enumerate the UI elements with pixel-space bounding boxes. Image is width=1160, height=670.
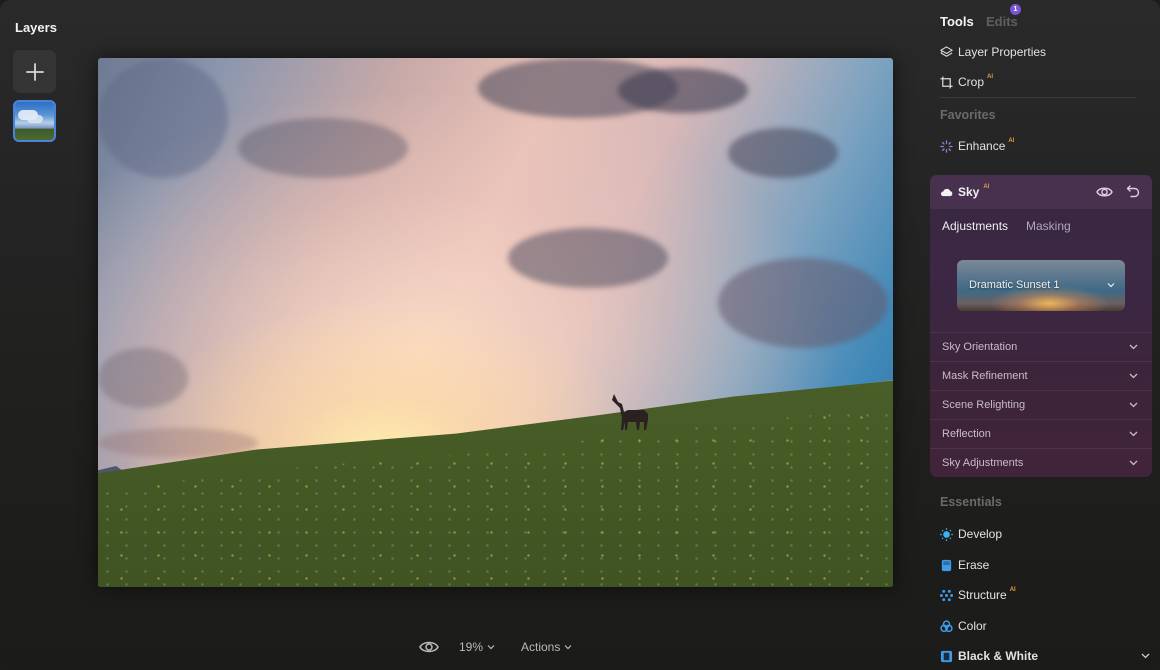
cloud bbox=[718, 258, 888, 348]
ai-tag: AI bbox=[1009, 587, 1016, 593]
tool-label: Crop bbox=[958, 75, 985, 89]
eraser-icon bbox=[940, 559, 953, 572]
layer-thumbnail[interactable] bbox=[13, 100, 56, 142]
tool-label: Develop bbox=[958, 527, 1003, 541]
elk-silhouette bbox=[612, 394, 648, 430]
ai-tag: AI bbox=[987, 74, 994, 80]
cloud bbox=[728, 128, 838, 178]
essentials-heading: Essentials bbox=[940, 495, 1002, 509]
layers-icon bbox=[940, 45, 953, 59]
sky-title-label: Sky bbox=[958, 185, 980, 199]
chevron-down-icon bbox=[564, 645, 572, 650]
chevron-down-icon bbox=[1129, 460, 1138, 466]
thumbnail-cloud bbox=[27, 115, 43, 123]
tool-label: Color bbox=[958, 619, 987, 633]
app-window: Layers 19% Actions Tools Edits 1 Layer P… bbox=[0, 0, 1160, 670]
tab-edits[interactable]: Edits bbox=[986, 14, 1018, 29]
undo-icon[interactable] bbox=[1126, 184, 1140, 198]
tool-black-white[interactable]: Black & White bbox=[940, 647, 1150, 665]
color-circles-icon bbox=[940, 619, 953, 633]
ai-tag: AI bbox=[1008, 138, 1015, 144]
eye-icon[interactable] bbox=[419, 639, 439, 655]
chevron-down-icon bbox=[1141, 653, 1150, 659]
section-mask-refinement[interactable]: Mask Refinement bbox=[930, 361, 1152, 390]
cloud bbox=[238, 118, 408, 178]
sparkle-icon bbox=[940, 139, 953, 153]
tool-label: Enhance bbox=[958, 139, 1006, 153]
sky-tool-panel: Sky AI Adjustments Masking Dramatic Suns… bbox=[930, 175, 1152, 477]
section-label: Mask Refinement bbox=[942, 370, 1028, 382]
zoom-level-value: 19% bbox=[459, 640, 484, 654]
sky-preset-dropdown[interactable]: Dramatic Sunset 1 bbox=[957, 260, 1125, 311]
divider bbox=[940, 97, 1136, 98]
tool-crop[interactable]: Crop AI bbox=[940, 73, 993, 91]
cloud bbox=[618, 68, 748, 113]
section-sky-orientation[interactable]: Sky Orientation bbox=[930, 332, 1152, 361]
chevron-down-icon bbox=[1107, 283, 1115, 288]
add-layer-button[interactable] bbox=[13, 50, 56, 93]
chevron-down-icon bbox=[1129, 344, 1138, 350]
tool-erase[interactable]: Erase bbox=[940, 556, 989, 574]
image-canvas[interactable] bbox=[98, 58, 893, 587]
sky-title: Sky AI bbox=[940, 184, 990, 199]
sky-preset-label: Dramatic Sunset 1 bbox=[969, 279, 1060, 291]
ai-tag: AI bbox=[983, 184, 990, 190]
cloud bbox=[98, 348, 188, 408]
section-label: Sky Adjustments bbox=[942, 457, 1024, 469]
section-reflection[interactable]: Reflection bbox=[930, 419, 1152, 448]
tool-label: Erase bbox=[958, 558, 990, 572]
section-label: Sky Orientation bbox=[942, 341, 1018, 353]
sky-panel-header[interactable]: Sky AI bbox=[930, 175, 1152, 209]
tool-structure[interactable]: Structure AI bbox=[940, 586, 1016, 604]
tool-label: Layer Properties bbox=[958, 45, 1047, 59]
crop-icon bbox=[940, 75, 953, 89]
favorites-heading: Favorites bbox=[940, 108, 996, 122]
chevron-down-icon bbox=[487, 645, 495, 650]
structure-icon bbox=[940, 589, 953, 602]
zoom-level-dropdown[interactable]: 19% bbox=[459, 640, 495, 654]
tab-masking[interactable]: Masking bbox=[1026, 219, 1071, 233]
tab-tools[interactable]: Tools bbox=[940, 14, 974, 29]
edits-count-badge: 1 bbox=[1010, 4, 1021, 15]
black-white-icon bbox=[940, 650, 953, 663]
chevron-down-icon bbox=[1129, 402, 1138, 408]
tool-label: Black & White bbox=[958, 649, 1039, 663]
chevron-down-icon bbox=[1129, 431, 1138, 437]
eye-icon[interactable] bbox=[1096, 185, 1113, 199]
actions-label: Actions bbox=[521, 640, 561, 654]
tool-label: Structure bbox=[958, 588, 1007, 602]
layers-panel-title: Layers bbox=[15, 20, 57, 35]
section-sky-adjustments[interactable]: Sky Adjustments bbox=[930, 448, 1152, 477]
tool-develop[interactable]: Develop bbox=[940, 525, 1002, 543]
tool-layer-properties[interactable]: Layer Properties bbox=[940, 43, 1046, 61]
cloud-icon bbox=[940, 188, 953, 197]
actions-dropdown[interactable]: Actions bbox=[521, 640, 572, 654]
sky-subtabs: Adjustments Masking bbox=[930, 209, 1152, 241]
tab-adjustments[interactable]: Adjustments bbox=[942, 219, 1008, 233]
sun-icon bbox=[940, 527, 953, 541]
section-label: Scene Relighting bbox=[942, 399, 1026, 411]
chevron-down-icon bbox=[1129, 373, 1138, 379]
cloud bbox=[508, 228, 668, 288]
plus-icon bbox=[25, 62, 44, 81]
tool-color[interactable]: Color bbox=[940, 617, 987, 635]
section-scene-relighting[interactable]: Scene Relighting bbox=[930, 390, 1152, 419]
cloud bbox=[98, 58, 228, 178]
section-label: Reflection bbox=[942, 428, 991, 440]
tool-enhance[interactable]: Enhance AI bbox=[940, 137, 1014, 155]
